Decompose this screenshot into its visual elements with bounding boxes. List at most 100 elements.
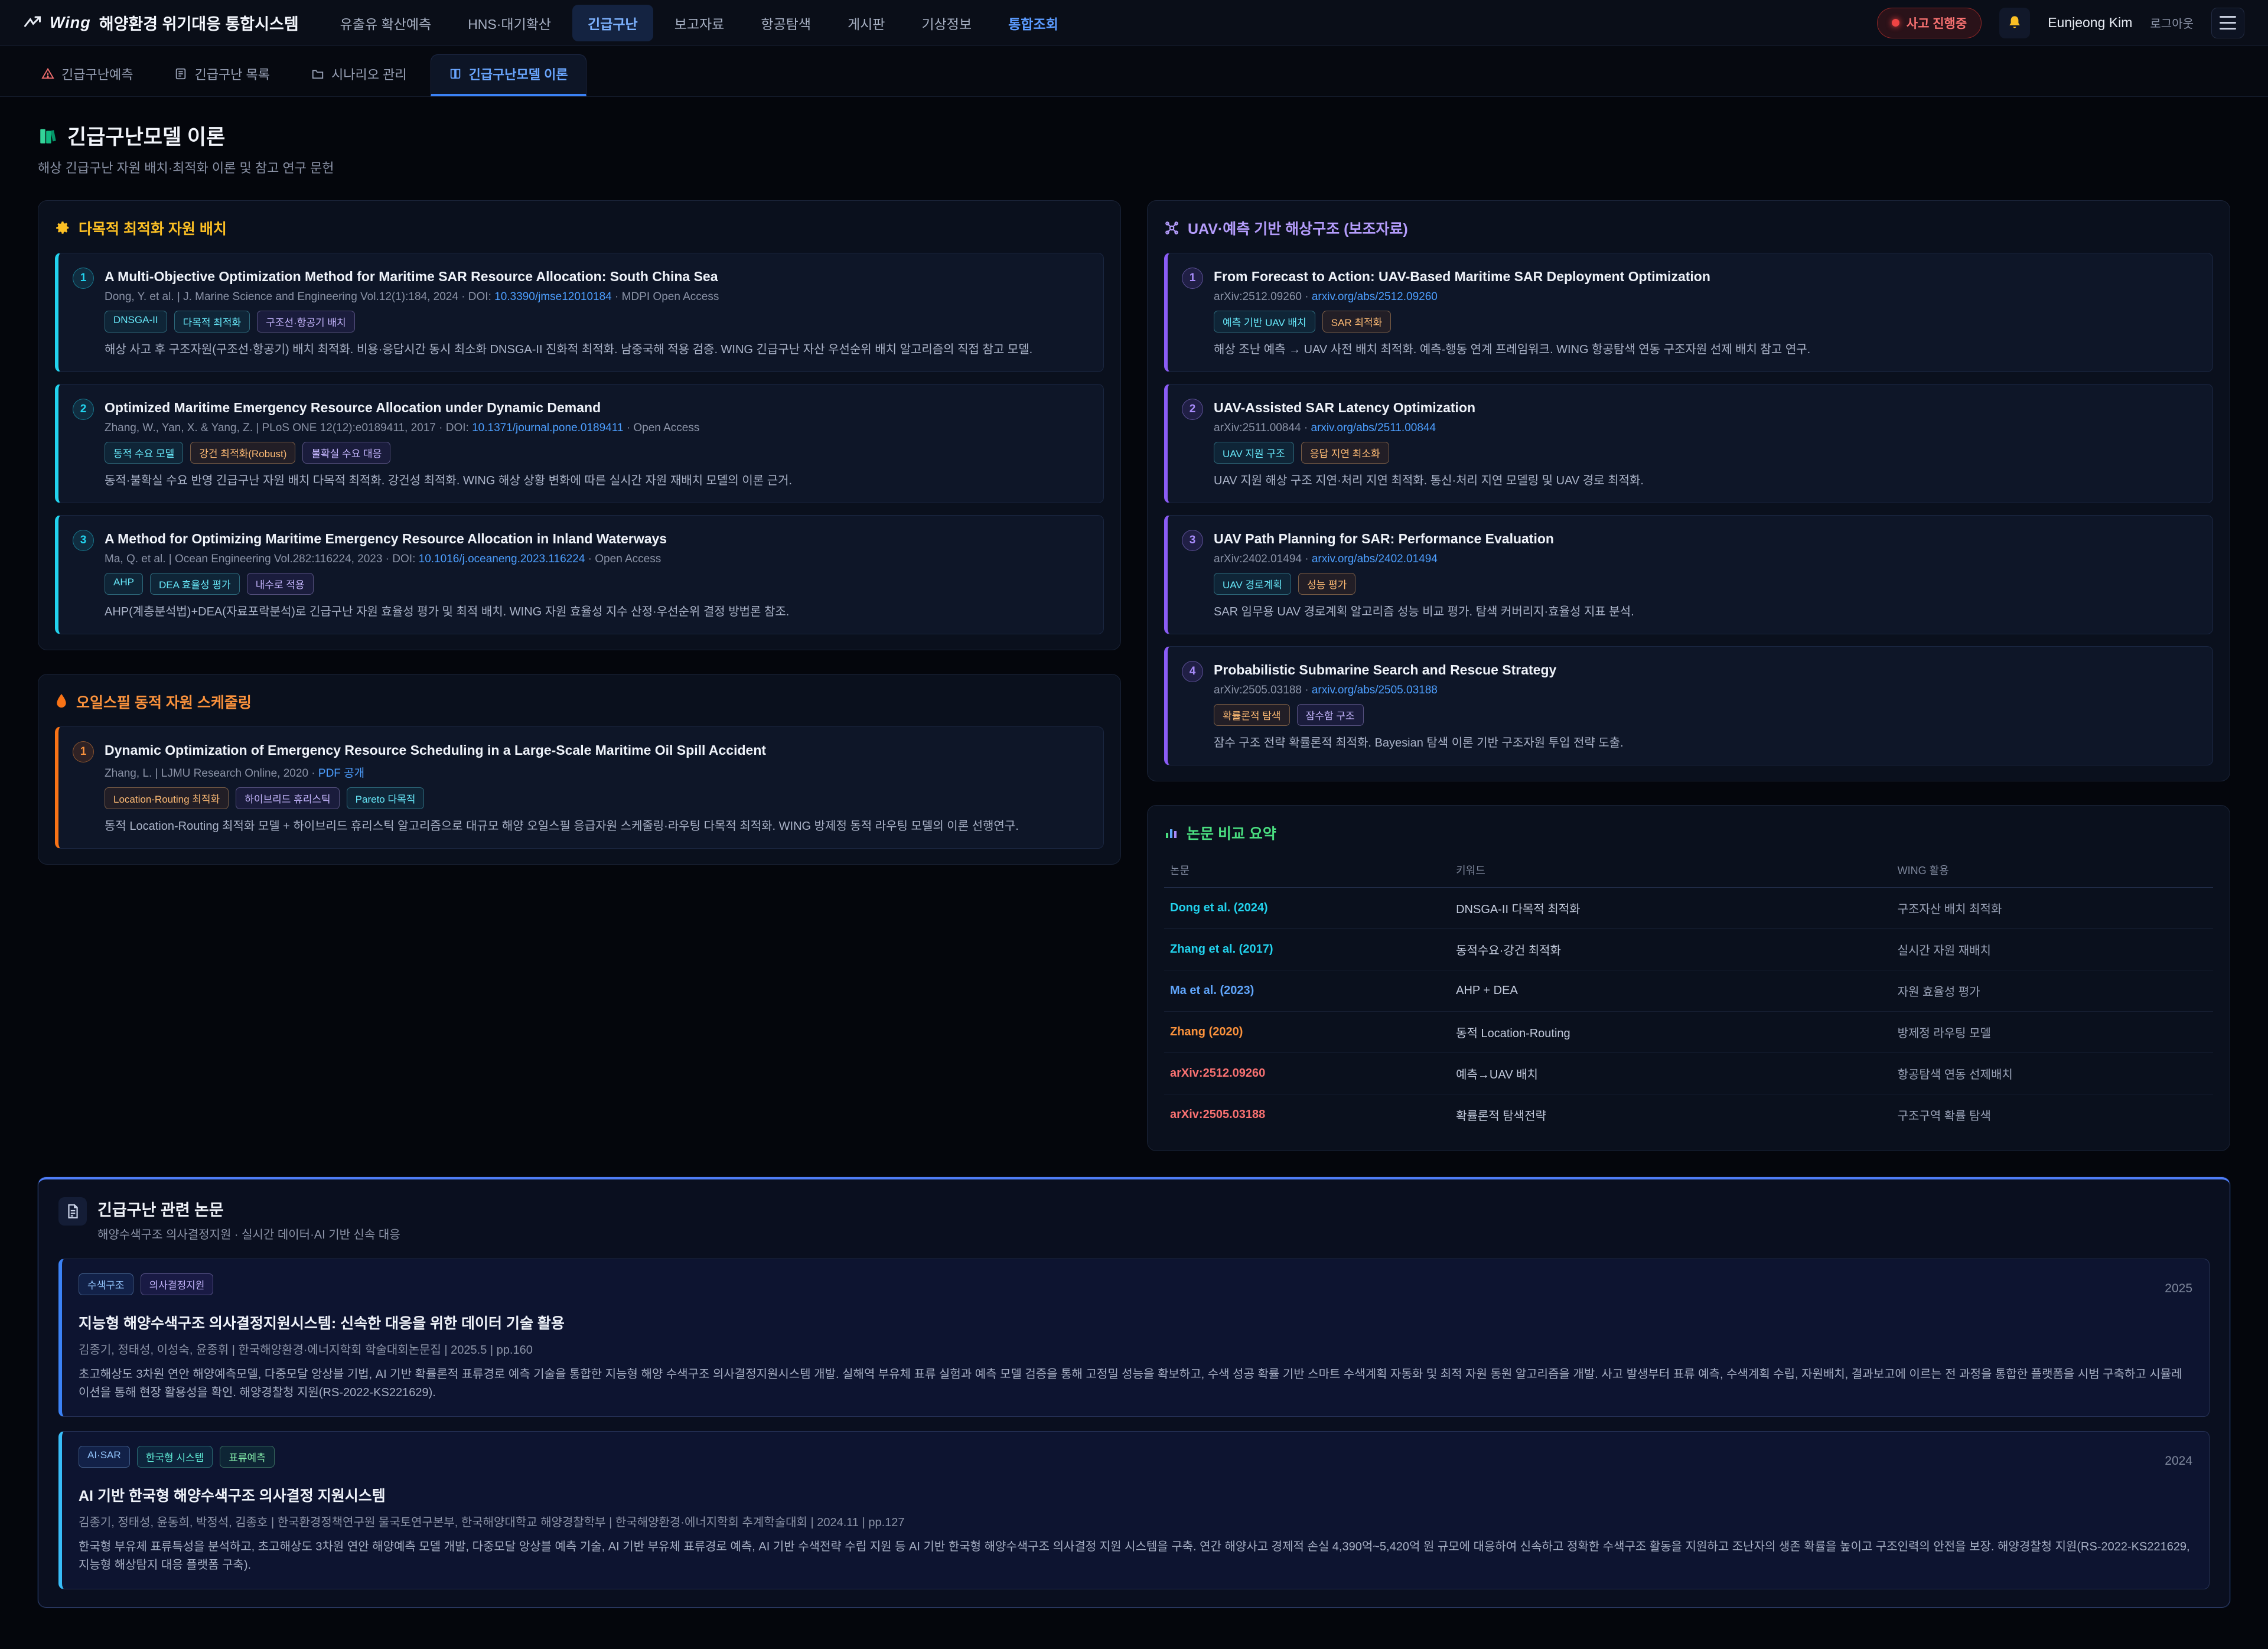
nav-item-rescue[interactable]: 긴급구난 [572,5,653,41]
paper-abstract: 초고해상도 3차원 연안 해양예측모델, 다중모달 앙상블 기법, AI 기반 … [79,1366,2192,1402]
paper-title: Probabilistic Submarine Search and Rescu… [1214,662,2198,678]
tag: 응답 지연 최소화 [1301,442,1389,464]
paper-ref-link[interactable]: Ma et al. (2023) [1170,984,1450,998]
table-row[interactable]: arXiv:2512.09260 예측→UAV 배치 항공탐색 연동 선제배치 [1164,1053,2213,1094]
paper-tags: 확률론적 탐색 잠수함 구조 [1214,704,2198,726]
paper-card-arxiv-2511[interactable]: 2 UAV-Assisted SAR Latency Optimization … [1164,384,2213,503]
tag: 의사결정지원 [141,1273,214,1295]
two-column-grid: 다목적 최적화 자원 배치 1 A Multi-Objective Optimi… [38,200,2230,1151]
top-navbar: Wing 해양환경 위기대응 통합시스템 유출유 확산예측 HNS·대기확산 긴… [0,0,2268,46]
paper-card-dong-2024[interactable]: 1 A Multi-Objective Optimization Method … [55,253,1104,372]
logout-button[interactable]: 로그아웃 [2150,14,2194,31]
pdf-link[interactable]: PDF 공개 [318,767,364,780]
paper-meta: arXiv:2511.00844 · arxiv.org/abs/2511.00… [1214,422,2198,435]
table-row[interactable]: arXiv:2505.03188 확률론적 탐색전략 구조구역 확률 탐색 [1164,1094,2213,1135]
paper-year: 2025 [2165,1282,2192,1296]
paper-card-zhang-2020[interactable]: 1 Dynamic Optimization of Emergency Reso… [55,726,1104,849]
bell-icon [2006,15,2023,31]
tag: Location-Routing 최적화 [105,787,229,809]
tab-rescue-prediction[interactable]: 긴급구난예측 [24,54,151,96]
paper-description: 잠수 구조 전략 확률론적 최적화. Bayesian 탐색 이론 기반 구조자… [1214,734,2198,752]
tag: 수색구조 [79,1273,133,1295]
right-column: UAV·예측 기반 해상구조 (보조자료) 1 From Forecast to… [1147,200,2230,1151]
paper-ref-link[interactable]: Dong et al. (2024) [1170,901,1450,915]
tag: 하이브리드 휴리스틱 [236,787,339,809]
panel-uav-forecast-sar: UAV·예측 기반 해상구조 (보조자료) 1 From Forecast to… [1147,200,2230,781]
nav-item-weather[interactable]: 기상정보 [906,5,987,41]
droplet-icon [55,694,68,709]
brand-title: 해양환경 위기대응 통합시스템 [99,11,299,34]
doi-link[interactable]: 10.1016/j.oceaneng.2023.116224 [419,553,585,565]
arxiv-link[interactable]: arxiv.org/abs/2512.09260 [1312,291,1438,303]
related-paper-card-2025[interactable]: 수색구조 의사결정지원 2025 지능형 해양수색구조 의사결정지원시스템: 신… [58,1259,2210,1417]
table-row[interactable]: Zhang (2020) 동적 Location-Routing 방제정 라우팅… [1164,1012,2213,1053]
tag: 구조선·항공기 배치 [257,311,355,333]
paper-tags: 수색구조 의사결정지원 [79,1273,213,1295]
paper-description: 동적·불확실 수요 반영 긴급구난 자원 배치 다목적 최적화. 강건성 최적화… [105,472,1089,490]
nav-item-integrated-search[interactable]: 통합조회 [993,5,1074,41]
doi-link[interactable]: 10.1371/journal.pone.0189411 [472,422,623,434]
page-subtitle: 해상 긴급구난 자원 배치·최적화 이론 및 참고 연구 문헌 [38,158,2230,177]
tag: AI·SAR [79,1446,130,1468]
tag: DEA 효율성 평가 [150,573,240,595]
paper-tags: 동적 수요 모델 강건 최적화(Robust) 불확실 수요 대응 [105,442,1089,464]
paper-ref-link[interactable]: arXiv:2505.03188 [1170,1108,1450,1122]
paper-title: 지능형 해양수색구조 의사결정지원시스템: 신속한 대응을 위한 데이터 기술 … [79,1312,2192,1333]
doi-link[interactable]: 10.3390/jmse12010184 [494,291,612,303]
incident-active-badge[interactable]: 사고 진행중 [1877,8,1982,38]
paper-title: UAV Path Planning for SAR: Performance E… [1214,531,2198,547]
brand[interactable]: Wing 해양환경 위기대응 통합시스템 [24,11,299,34]
paper-description: AHP(계층분석법)+DEA(자료포락분석)로 긴급구난 자원 효율성 평가 및… [105,603,1089,621]
paper-year: 2024 [2165,1454,2192,1468]
paper-tags: AHP DEA 효율성 평가 내수로 적용 [105,573,1089,595]
notification-bell-button[interactable] [1999,8,2030,38]
table-row[interactable]: Zhang et al. (2017) 동적수요·강건 최적화 실시간 자원 재… [1164,929,2213,970]
arxiv-link[interactable]: arxiv.org/abs/2402.01494 [1312,553,1438,565]
nav-item-oil-spill[interactable]: 유출유 확산예측 [325,5,447,41]
table-row[interactable]: Dong et al. (2024) DNSGA-II 다목적 최적화 구조자산… [1164,888,2213,929]
alert-label: 사고 진행중 [1907,14,1967,32]
nav-item-air-search[interactable]: 항공탐색 [745,5,826,41]
paper-card-arxiv-2512[interactable]: 1 From Forecast to Action: UAV-Based Mar… [1164,253,2213,372]
left-column: 다목적 최적화 자원 배치 1 A Multi-Objective Optimi… [38,200,1121,865]
drone-icon [1164,220,1179,236]
tab-rescue-model-theory[interactable]: 긴급구난모델 이론 [431,54,586,96]
nav-item-hns[interactable]: HNS·대기확산 [452,5,566,41]
tag: 한국형 시스템 [137,1446,213,1468]
tab-scenario-management[interactable]: 시나리오 관리 [294,54,425,96]
paper-meta: Ma, Q. et al. | Ocean Engineering Vol.28… [105,553,1089,566]
paper-card-ma-2023[interactable]: 3 A Method for Optimizing Maritime Emerg… [55,515,1104,634]
paper-meta: Zhang, W., Yan, X. & Yang, Z. | PLoS ONE… [105,422,1089,435]
table-row[interactable]: Ma et al. (2023) AHP + DEA 자원 효율성 평가 [1164,970,2213,1012]
arxiv-link[interactable]: arxiv.org/abs/2511.00844 [1311,422,1436,434]
paper-card-zhang-2017[interactable]: 2 Optimized Maritime Emergency Resource … [55,384,1104,503]
paper-tags: UAV 경로계획 성능 평가 [1214,573,2198,595]
paper-card-arxiv-2505[interactable]: 4 Probabilistic Submarine Search and Res… [1164,646,2213,765]
folder-icon [311,67,324,80]
tab-rescue-list[interactable]: 긴급구난 목록 [157,54,288,96]
paper-card-arxiv-2402[interactable]: 3 UAV Path Planning for SAR: Performance… [1164,515,2213,634]
tag: 다목적 최적화 [174,311,250,333]
sub-tabbar: 긴급구난예측 긴급구난 목록 시나리오 관리 긴급구난모델 이론 [0,46,2268,97]
bar-chart-icon [1164,826,1178,840]
tag: 표류예측 [220,1446,275,1468]
paper-ref-link[interactable]: arXiv:2512.09260 [1170,1067,1450,1080]
tag: SAR 최적화 [1322,311,1392,333]
panel-title: 다목적 최적화 자원 배치 [79,217,227,239]
tag: DNSGA-II [105,311,167,333]
nav-item-board[interactable]: 게시판 [832,5,900,41]
panel-title: 논문 비교 요약 [1187,822,1276,843]
arxiv-link[interactable]: arxiv.org/abs/2505.03188 [1312,684,1438,696]
paper-ref-link[interactable]: Zhang (2020) [1170,1025,1450,1039]
books-icon [38,126,58,146]
paper-number-badge: 2 [1182,399,1203,420]
related-paper-card-2024[interactable]: AI·SAR 한국형 시스템 표류예측 2024 AI 기반 한국형 해양수색구… [58,1431,2210,1589]
alert-dot-icon [1892,19,1899,27]
paper-description: 동적 Location-Routing 최적화 모델 + 하이브리드 휴리스틱 … [105,817,1089,835]
paper-number-badge: 2 [73,399,94,420]
paper-tags: UAV 지원 구조 응답 지연 최소화 [1214,442,2198,464]
paper-ref-link[interactable]: Zhang et al. (2017) [1170,943,1450,956]
nav-item-reports[interactable]: 보고자료 [659,5,740,41]
hamburger-menu-button[interactable] [2211,8,2244,38]
paper-tags: DNSGA-II 다목적 최적화 구조선·항공기 배치 [105,311,1089,333]
